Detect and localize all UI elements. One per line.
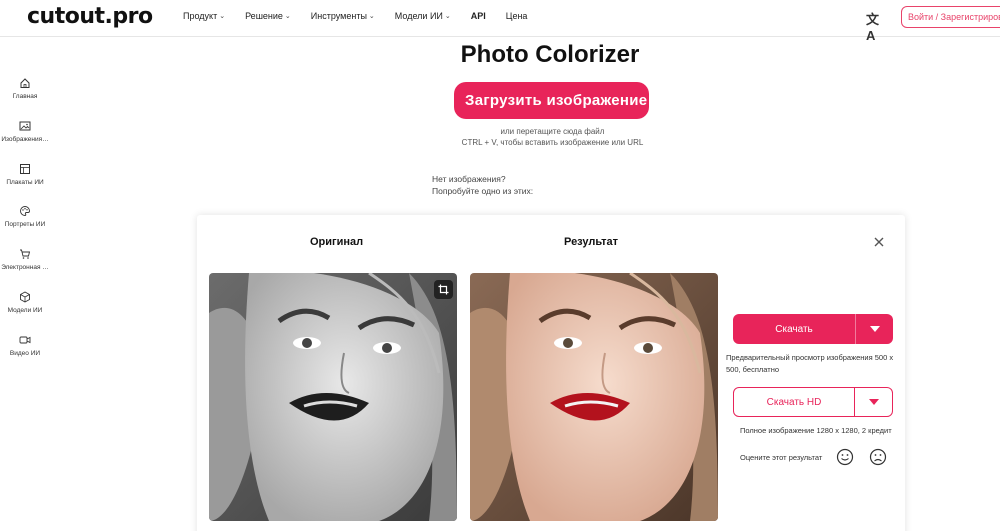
chevron-down-icon: ⌄ [368,13,375,20]
sidebar-item-home[interactable]: Главная [0,77,50,100]
close-icon[interactable] [872,235,886,249]
download-hd-button-group: Скачать HD [733,387,893,417]
cart-icon [20,249,31,259]
result-image [470,273,718,521]
download-button-group: Скачать [733,314,893,344]
chevron-down-icon: ⌄ [444,13,451,20]
main-nav: Продукт ⌄ Решение ⌄ Инструменты ⌄ Модели ИИ… [183,11,527,21]
download-hd-button[interactable]: Скачать HD [734,388,854,416]
nav-item-product[interactable]: Продукт ⌄ [183,11,225,21]
crop-icon[interactable] [434,280,453,299]
try-samples-text: Попробуйте одно из этих: [432,186,534,196]
download-hd-options-toggle[interactable] [854,388,892,416]
palette-icon [20,206,30,216]
caret-down-icon [869,326,880,332]
full-image-note: Полное изображение 1280 x 1280, 2 кредит [740,426,892,435]
nav-item-pricing[interactable]: Цена [506,11,528,21]
logo[interactable]: cutout.pro [27,4,153,29]
login-register-button[interactable]: Войти / Зарегистрироваться [901,6,1000,28]
colorized-portrait-image [470,273,718,521]
nav-item-tools[interactable]: Инструменты ⌄ [311,11,375,21]
chevron-down-icon: ⌄ [284,13,291,20]
drag-drop-hint: или перетащите сюда файл [500,127,605,136]
nav-item-solution[interactable]: Решение ⌄ [245,11,291,21]
home-icon [20,78,30,88]
sidebar-item-ai-posters[interactable]: Плакаты ИИ [0,163,50,186]
frown-icon[interactable] [869,448,887,466]
sidebar-item-ecommerce[interactable]: Электронная … [0,248,50,271]
preview-note: Предварительный просмотр изображения 500… [726,353,894,374]
result-panel: Оригинал Результат Скачать Предварительн… [197,215,905,531]
cube-icon [20,291,30,303]
language-icon[interactable]: 文A [866,9,884,43]
original-portrait-image [209,273,457,521]
sidebar-item-ai-models[interactable]: Модели ИИ [0,291,50,314]
download-options-toggle[interactable] [855,314,893,344]
smile-icon[interactable] [836,448,854,466]
no-image-text: Нет изображения? [432,174,506,184]
upload-image-button[interactable]: Загрузить изображение [454,82,649,119]
poster-icon [20,164,30,174]
page-title: Photo Colorizer [460,41,640,68]
rate-result-label: Оцените этот результат [740,453,823,462]
sidebar-item-ai-portraits[interactable]: Портреты ИИ [0,205,50,228]
original-title: Оригинал [310,236,364,248]
nav-item-ai-models[interactable]: Модели ИИ ⌄ [395,11,451,21]
caret-down-icon [868,399,879,405]
chevron-down-icon: ⌄ [219,13,226,20]
video-icon [19,336,31,344]
nav-item-api[interactable]: API [471,11,486,21]
download-button[interactable]: Скачать [733,314,855,344]
result-title: Результат [564,236,619,248]
paste-hint: CTRL + V, чтобы вставить изображение или… [461,138,644,147]
sidebar-item-ai-video[interactable]: Видео ИИ [0,334,50,357]
original-image [209,273,457,521]
top-navigation-bar: cutout.pro Продукт ⌄ Решение ⌄ Инструменты… [0,0,1000,43]
